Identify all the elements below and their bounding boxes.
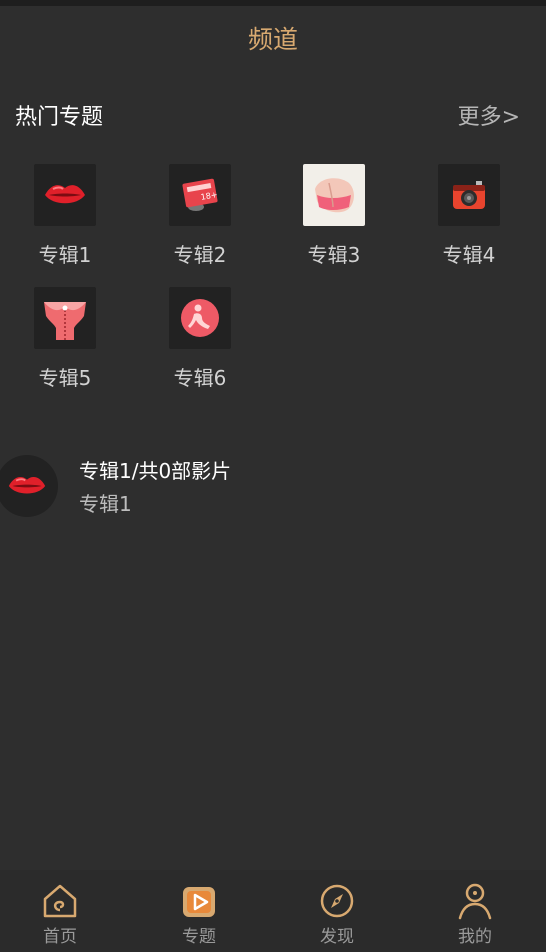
more-link[interactable]: 更多>: [458, 99, 520, 131]
album-tile-2[interactable]: 18+ 专辑2: [139, 164, 259, 274]
nav-label: 发现: [320, 927, 354, 947]
nav-label: 专题: [182, 927, 216, 947]
home-icon: [43, 884, 77, 918]
compass-icon: [320, 884, 354, 918]
nav-label: 首页: [43, 927, 77, 947]
album-thumb: [169, 287, 231, 349]
app-header: 频道: [0, 6, 546, 70]
adult-card-icon: 18+: [182, 178, 218, 211]
album-tile-5[interactable]: 专辑5: [4, 287, 124, 397]
lips-icon: [8, 477, 46, 494]
nav-topics[interactable]: 专题: [139, 870, 259, 952]
nav-discover[interactable]: 发现: [277, 870, 397, 952]
album-tile-6[interactable]: 专辑6: [139, 287, 259, 397]
album-thumb: [303, 164, 365, 226]
person-icon: [458, 883, 492, 920]
nav-home[interactable]: 首页: [0, 870, 120, 952]
play-icon: [183, 887, 215, 917]
section-title: 热门专题: [15, 105, 104, 130]
lips-icon: [45, 185, 85, 204]
hips-icon: [315, 178, 354, 213]
nav-label: 我的: [458, 927, 492, 947]
album-thumb: 18+: [169, 164, 231, 226]
album-label: 专辑5: [38, 366, 92, 390]
list-item-title: 专辑1/共0部影片: [79, 459, 232, 483]
album-tile-1[interactable]: 专辑1: [4, 164, 124, 274]
lingerie-icon: [44, 302, 86, 340]
album-label: 专辑2: [173, 243, 227, 267]
album-label: 专辑3: [307, 243, 361, 267]
album-tile-4[interactable]: 专辑4: [408, 164, 528, 274]
list-item[interactable]: 专辑1/共0部影片 专辑1: [0, 445, 546, 525]
page-title: 频道: [247, 25, 298, 54]
bottom-nav: 首页 专题 发现 我的: [0, 870, 546, 952]
album-label: 专辑6: [173, 366, 227, 390]
album-thumb: [34, 287, 96, 349]
album-thumb: [34, 164, 96, 226]
album-thumb: [438, 164, 500, 226]
album-tile-3[interactable]: 专辑3: [273, 164, 393, 274]
nav-mine[interactable]: 我的: [415, 870, 535, 952]
camera-icon: [453, 181, 485, 209]
list-item-subtitle: 专辑1: [79, 492, 132, 516]
album-label: 专辑4: [442, 243, 496, 267]
album-label: 专辑1: [38, 243, 92, 267]
hot-topics-header: 热门专题 更多>: [0, 94, 546, 134]
avatar: [0, 455, 58, 517]
pose-icon: [181, 299, 219, 337]
